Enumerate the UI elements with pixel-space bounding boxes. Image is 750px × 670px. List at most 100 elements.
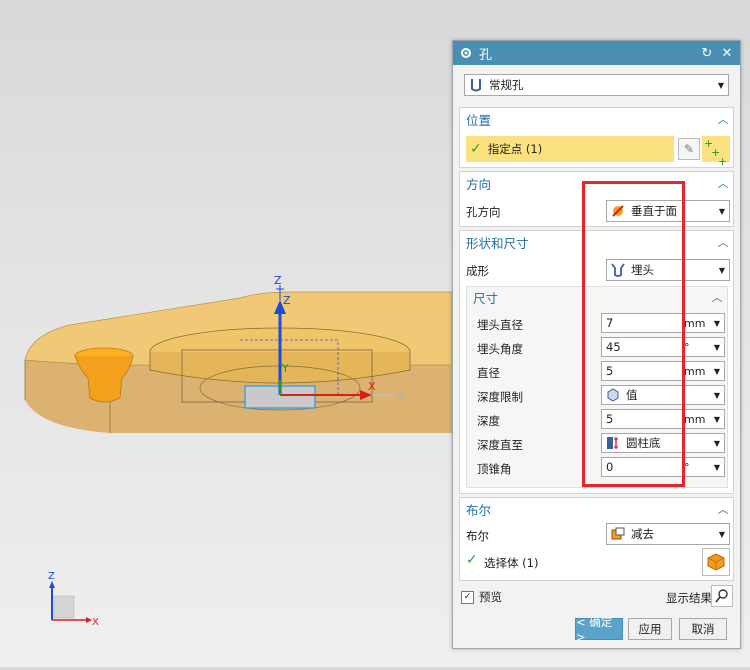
hole-direction-dropdown[interactable]: 垂直于面 ▼ <box>606 200 730 222</box>
view-triad: Z X <box>48 571 99 628</box>
close-icon[interactable]: ✕ <box>720 46 734 61</box>
diameter-value[interactable]: 5 <box>606 364 684 378</box>
boolean-header[interactable]: 布尔 ︿ <box>460 498 733 520</box>
boolean-value: 减去 <box>631 527 654 541</box>
chevron-down-icon[interactable]: ▼ <box>714 81 728 90</box>
shape-header[interactable]: 形状和尺寸 ︿ <box>460 231 733 253</box>
point-dialog-icon[interactable]: + + + <box>702 136 730 167</box>
dimensions-subsection: 尺寸 ︿ 埋头直径 7 mm ▼ 埋头角度 45 ° ▼ 直径 5 mm ▼ 深… <box>466 286 728 488</box>
triad-x-label: X <box>92 617 99 628</box>
countersink-diameter-field[interactable]: 7 mm ▼ <box>601 313 725 333</box>
specify-point-label: 指定点 (1) <box>487 142 543 156</box>
collapse-icon[interactable]: ︿ <box>713 234 733 250</box>
form-label: 成形 <box>466 264 489 278</box>
hole-direction-label: 孔方向 <box>466 205 501 219</box>
show-result-label: 显示结果 <box>666 591 712 605</box>
dimensions-header-label: 尺寸 <box>473 290 499 306</box>
countersink-diameter-value[interactable]: 7 <box>606 316 684 330</box>
shape-section: 形状和尺寸 ︿ 成形 埋头 ▼ 尺寸 ︿ 埋头直径 7 mm ▼ 埋头角度 45… <box>459 230 734 494</box>
direction-header[interactable]: 方向 ︿ <box>460 172 733 194</box>
value-icon <box>607 388 619 402</box>
diameter-field[interactable]: 5 mm ▼ <box>601 361 725 381</box>
dialog-title: 孔 <box>479 47 493 63</box>
checkmark-icon: ✓ <box>470 141 482 157</box>
unit-label: mm <box>684 412 706 426</box>
depth-label: 深度 <box>477 414 500 428</box>
depth-to-value: 圆柱底 <box>626 436 661 450</box>
preview-row[interactable]: ✓ 预览 <box>461 589 502 605</box>
countersink-diameter-label: 埋头直径 <box>477 318 523 332</box>
depth-field[interactable]: 5 mm ▼ <box>601 409 725 429</box>
preview-label: 预览 <box>479 590 502 604</box>
depth-to-label: 深度直至 <box>477 438 523 452</box>
cylinder-bottom-icon <box>607 437 618 449</box>
hole-dialog: 孔 ↻ ✕ 常规孔 ▼ 位置 ︿ ✓ 指定点 (1) ✎ + + + 方向 ︿ … <box>452 40 741 649</box>
direction-section: 方向 ︿ 孔方向 垂直于面 ▼ <box>459 171 734 227</box>
gear-icon <box>461 48 471 58</box>
direction-header-label: 方向 <box>466 176 492 192</box>
chevron-down-icon[interactable]: ▼ <box>710 439 724 448</box>
hole-direction-value: 垂直于面 <box>631 204 677 218</box>
specify-point-row[interactable]: ✓ 指定点 (1) <box>466 136 674 162</box>
boolean-dropdown[interactable]: 减去 ▼ <box>606 523 730 545</box>
axis-y-label: Y <box>281 362 289 375</box>
axis-z2-label: Z <box>283 294 291 307</box>
boolean-label: 布尔 <box>466 529 489 543</box>
shape-header-label: 形状和尺寸 <box>466 235 529 251</box>
chevron-down-icon[interactable]: ▼ <box>715 207 729 216</box>
countersink-angle-label: 埋头角度 <box>477 342 523 356</box>
chevron-down-icon[interactable]: ▼ <box>710 463 724 472</box>
axis-z-label: Z <box>274 274 282 287</box>
chevron-down-icon[interactable]: ▼ <box>710 319 724 328</box>
chevron-down-icon[interactable]: ▼ <box>715 266 729 275</box>
chevron-down-icon[interactable]: ▼ <box>715 530 729 539</box>
position-header-label: 位置 <box>466 112 492 128</box>
apply-button[interactable]: 应用 <box>628 618 672 640</box>
unit-label: mm <box>684 364 706 378</box>
select-body-label[interactable]: 选择体 (1) <box>484 555 538 571</box>
diameter-label: 直径 <box>477 366 500 380</box>
position-header[interactable]: 位置 ︿ <box>460 108 733 130</box>
collapse-icon[interactable]: ︿ <box>707 289 727 305</box>
depth-limit-value: 值 <box>626 388 638 402</box>
reset-icon[interactable]: ↻ <box>700 46 714 61</box>
tip-angle-value[interactable]: 0 <box>606 460 684 474</box>
triad-z-label: Z <box>48 571 55 582</box>
form-dropdown[interactable]: 埋头 ▼ <box>606 259 730 281</box>
tip-angle-label: 顶锥角 <box>477 462 512 476</box>
unit-label: ° <box>684 340 690 354</box>
collapse-icon[interactable]: ︿ <box>713 501 733 517</box>
sketch-section-icon[interactable]: ✎ <box>678 138 700 160</box>
depth-limit-label: 深度限制 <box>477 390 523 404</box>
tip-angle-field[interactable]: 0 ° ▼ <box>601 457 725 477</box>
chevron-down-icon[interactable]: ▼ <box>710 367 724 376</box>
magnifier-icon[interactable] <box>711 585 733 607</box>
normal-to-face-icon <box>612 205 624 217</box>
hole-type-value: 常规孔 <box>489 78 524 92</box>
checkmark-icon: ✓ <box>466 552 478 568</box>
boolean-section: 布尔 ︿ 布尔 减去 ▼ ✓ 选择体 (1) <box>459 497 734 581</box>
hole-icon <box>471 79 481 92</box>
depth-value[interactable]: 5 <box>606 412 684 426</box>
solid-body-icon[interactable] <box>702 548 730 576</box>
chevron-down-icon[interactable]: ▼ <box>710 343 724 352</box>
depth-to-dropdown[interactable]: 圆柱底 ▼ <box>601 433 725 453</box>
cancel-button[interactable]: 取消 <box>679 618 727 640</box>
position-section: 位置 ︿ ✓ 指定点 (1) ✎ + + + <box>459 107 734 168</box>
subtract-icon <box>611 527 625 540</box>
axis-x2-label: X <box>398 389 406 402</box>
hole-type-dropdown[interactable]: 常规孔 ▼ <box>464 74 729 96</box>
collapse-icon[interactable]: ︿ <box>713 175 733 191</box>
dimensions-header[interactable]: 尺寸 ︿ <box>467 287 727 307</box>
chevron-down-icon[interactable]: ▼ <box>710 415 724 424</box>
countersink-angle-field[interactable]: 45 ° ▼ <box>601 337 725 357</box>
boolean-header-label: 布尔 <box>466 502 492 518</box>
collapse-icon[interactable]: ︿ <box>713 111 733 127</box>
ok-button[interactable]: < 确定 > <box>575 615 623 644</box>
preview-checkbox[interactable]: ✓ <box>461 590 474 604</box>
depth-limit-dropdown[interactable]: 值 ▼ <box>601 385 725 405</box>
chevron-down-icon[interactable]: ▼ <box>710 391 724 400</box>
dialog-titlebar: 孔 ↻ ✕ <box>453 41 740 65</box>
countersink-angle-value[interactable]: 45 <box>606 340 684 354</box>
form-value: 埋头 <box>631 263 654 277</box>
